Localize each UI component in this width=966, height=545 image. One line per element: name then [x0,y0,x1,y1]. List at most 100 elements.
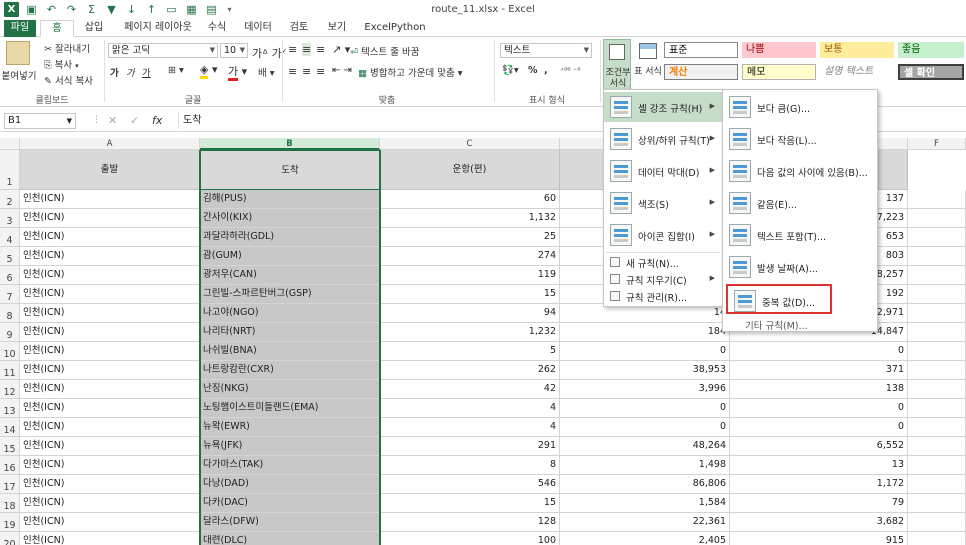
font-color-icon[interactable]: 가 ▾ [228,63,247,81]
cell-b[interactable]: 노팅햄이스트미들랜드(EMA) [200,399,380,418]
cell-f[interactable] [908,494,966,513]
row-header[interactable]: 10 [0,342,20,361]
tab-data[interactable]: 데이터 [240,20,276,37]
cell-c[interactable]: 4 [380,418,560,437]
row-header[interactable]: 12 [0,380,20,399]
cell-e[interactable]: 3,682 [730,513,908,532]
italic-button[interactable]: 가 [126,65,135,79]
style-calc[interactable]: 계산 [664,64,738,80]
cell-d[interactable]: 2,405 [560,532,730,545]
menu-item-icon-sets[interactable]: 아이콘 집합(I) ▶ [604,220,722,250]
cell-a[interactable]: 인천(ICN) [20,247,200,266]
cell-b[interactable]: 뉴왁(EWR) [200,418,380,437]
tab-page-layout[interactable]: 페이지 레이아웃 [118,20,198,37]
cell-b[interactable]: 나리타(NRT) [200,323,380,342]
cancel-icon[interactable]: ✕ [108,114,117,127]
cell-a[interactable]: 인천(ICN) [20,304,200,323]
style-normal[interactable]: 표준 [664,42,738,58]
row-header[interactable]: 17 [0,475,20,494]
style-explain[interactable]: 설명 텍스트 [820,64,894,80]
cell-c[interactable]: 25 [380,228,560,247]
merge-center-button[interactable]: ▦ 병합하고 가운데 맞춤 ▾ [358,65,463,79]
row-header[interactable]: 19 [0,513,20,532]
cell-a[interactable]: 인천(ICN) [20,456,200,475]
cell-b[interactable]: 나쉬빌(BNA) [200,342,380,361]
cell-a[interactable]: 인천(ICN) [20,323,200,342]
cell-a[interactable]: 인천(ICN) [20,418,200,437]
row-header[interactable]: 7 [0,285,20,304]
cell-a[interactable]: 인천(ICN) [20,399,200,418]
style-check[interactable]: 셀 확인 [898,64,964,80]
column-header-a[interactable]: A [20,138,200,150]
cell-f[interactable] [908,475,966,494]
row-header[interactable]: 1 [0,150,20,190]
header-cell-flights[interactable]: 운항(편) [380,150,560,190]
cell-c[interactable]: 100 [380,532,560,545]
cell-c[interactable]: 262 [380,361,560,380]
cell-b[interactable]: 과달라하라(GDL) [200,228,380,247]
header-cell-arrival[interactable]: 도착 [200,150,380,190]
cell-f[interactable] [908,209,966,228]
phonetic-icon[interactable]: 배 ▾ [258,65,275,79]
top-align-icon[interactable]: ≡ [288,43,297,56]
cell-e[interactable]: 0 [730,399,908,418]
cell-e[interactable]: 6,552 [730,437,908,456]
bold-button[interactable]: 가 [110,65,119,79]
cell-c[interactable]: 42 [380,380,560,399]
row-header[interactable]: 15 [0,437,20,456]
cell-d[interactable]: 0 [560,342,730,361]
cell-f[interactable] [908,285,966,304]
cell-a[interactable]: 인천(ICN) [20,380,200,399]
orientation-icon[interactable]: ↗ ▾ [332,43,350,56]
cell-b[interactable]: 다낭(DAD) [200,475,380,494]
column-header-b[interactable]: B [200,138,380,150]
align-right-icon[interactable]: ≡ [316,65,325,78]
cell-b[interactable]: 김해(PUS) [200,190,380,209]
header-cell-departure[interactable]: 출발 [20,150,200,190]
cell-e[interactable]: 138 [730,380,908,399]
cell-b[interactable]: 다가마스(TAK) [200,456,380,475]
cell-a[interactable]: 인천(ICN) [20,266,200,285]
fill-color-icon[interactable]: ◈ ▾ [200,63,218,79]
insert-function-icon[interactable]: fx [152,114,162,127]
cell-b[interactable]: 난징(NKG) [200,380,380,399]
cell-f[interactable] [908,247,966,266]
cell-a[interactable]: 인천(ICN) [20,342,200,361]
tab-excelpython[interactable]: ExcelPython [364,20,426,37]
cell-b[interactable]: 간사이(KIX) [200,209,380,228]
row-header[interactable]: 14 [0,418,20,437]
cell-c[interactable]: 4 [380,399,560,418]
cell-b[interactable]: 뉴욕(JFK) [200,437,380,456]
menu-item-more-rules[interactable]: 기타 규칙(M)... [723,316,877,332]
align-left-icon[interactable]: ≡ [288,65,297,78]
menu-item-duplicate-values[interactable]: 중복 값(D)... [726,284,832,314]
cell-a[interactable]: 인천(ICN) [20,532,200,545]
row-header[interactable]: 3 [0,209,20,228]
cell-d[interactable]: 48,264 [560,437,730,456]
cell-f[interactable] [908,532,966,545]
column-header-f[interactable]: F [908,138,966,150]
row-header[interactable]: 8 [0,304,20,323]
cell-d[interactable]: 22,361 [560,513,730,532]
cell-d[interactable]: 1,584 [560,494,730,513]
cell-c[interactable]: 546 [380,475,560,494]
percent-button[interactable]: % [528,65,538,76]
cell-c[interactable]: 60 [380,190,560,209]
middle-align-icon[interactable]: ≡ [302,43,312,56]
cell-f[interactable] [908,399,966,418]
cell-c[interactable]: 94 [380,304,560,323]
menu-item-manage-rules[interactable]: 규칙 관리(R)... [604,288,722,304]
cell-c[interactable]: 5 [380,342,560,361]
cell-f[interactable] [908,342,966,361]
menu-item-between[interactable]: 다음 값의 사이에 있음(B)... [723,156,877,186]
cell-d[interactable]: 0 [560,399,730,418]
cut-button[interactable]: ✂ 잘라내기 [44,41,90,55]
cell-a[interactable]: 인천(ICN) [20,475,200,494]
paste-icon[interactable] [6,41,30,65]
cell-c[interactable]: 291 [380,437,560,456]
cell-f[interactable] [908,361,966,380]
copy-button[interactable]: ⎘ 복사 ▾ [44,57,79,71]
cell-d[interactable]: 3,996 [560,380,730,399]
tab-file[interactable]: 파일 [4,20,36,37]
cell-e[interactable]: 0 [730,342,908,361]
